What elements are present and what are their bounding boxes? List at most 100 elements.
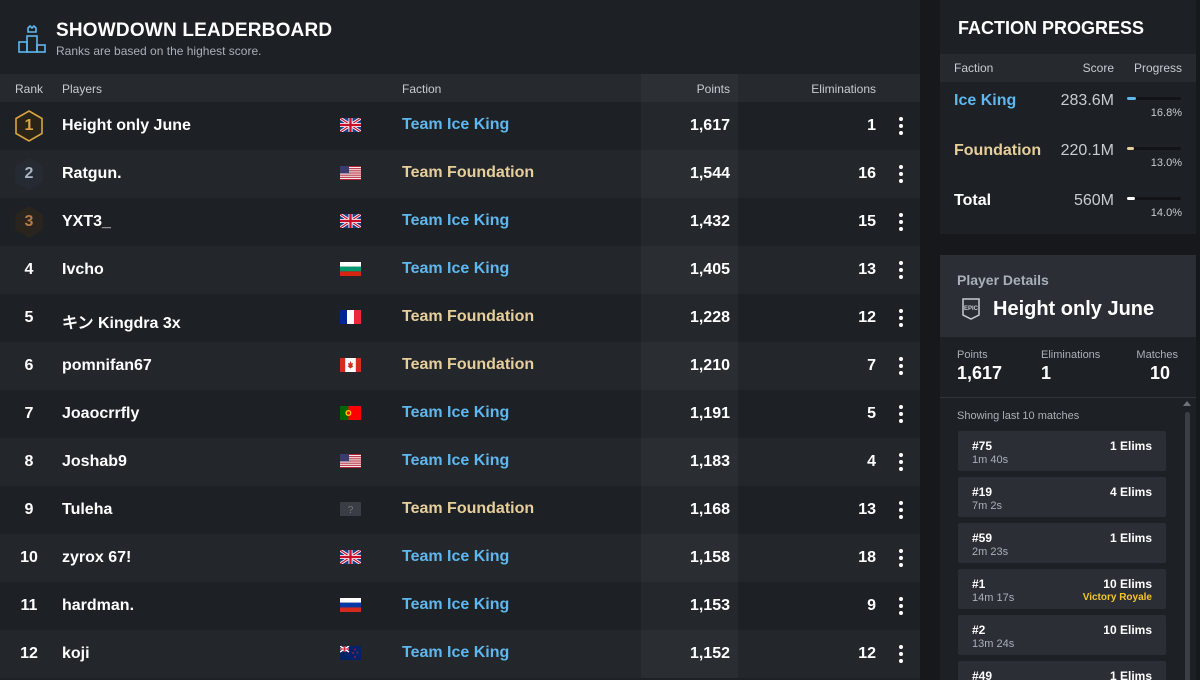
faction-score: 560M [1073, 192, 1114, 209]
more-options-icon[interactable] [895, 548, 907, 568]
leaderboard-row[interactable]: 12 koji Team Ice King 1,152 12 [0, 630, 920, 678]
stat-matches-label: Matches [1136, 349, 1178, 361]
leaderboard-row[interactable]: 2 Ratgun. Team Foundation 1,544 16 [0, 150, 920, 198]
match-card[interactable]: #49 1 Elims [958, 661, 1166, 680]
match-card[interactable]: #2 13m 24s 10 Elims [958, 615, 1166, 655]
more-options-icon[interactable] [895, 644, 907, 664]
faction-name: Team Ice King [402, 212, 510, 229]
leaderboard-row[interactable]: 4 Ivcho Team Ice King 1,405 13 [0, 246, 920, 294]
leaderboard-row[interactable]: 6 pomnifan67 Team Foundation 1,210 7 [0, 342, 920, 390]
victory-royale-badge: Victory Royale [1082, 592, 1152, 603]
match-card[interactable]: #75 1m 40s 1 Elims [958, 431, 1166, 471]
leaderboard-row[interactable]: 3 YXT3_ Team Ice King 1,432 15 [0, 198, 920, 246]
rank-number: 9 [24, 501, 34, 518]
more-options-icon[interactable] [895, 260, 907, 280]
ca-flag-icon [340, 358, 361, 372]
player-name[interactable]: Joshab9 [62, 453, 127, 471]
nz-flag-icon [339, 645, 361, 660]
stat-elims-value: 1 [1041, 363, 1052, 383]
leaderboard-title: SHOWDOWN LEADERBOARD [56, 20, 333, 41]
player-name[interactable]: Ivcho [62, 261, 104, 279]
player-name[interactable]: YXT3_ [62, 213, 111, 231]
uk-flag-icon [339, 116, 362, 134]
player-name[interactable]: hardman. [62, 597, 134, 615]
match-duration: 14m 17s [972, 592, 1015, 604]
leaderboard-row[interactable]: 7 Joaocrrfly Team Ice King 1,191 5 [0, 390, 920, 438]
bg-flag-icon [340, 262, 361, 276]
leaderboard-subtitle: Ranks are based on the highest score. [56, 44, 262, 58]
faction-name: Team Ice King [402, 548, 510, 565]
faction-name: Team Foundation [402, 356, 535, 373]
player-name[interactable]: Ratgun. [62, 165, 122, 183]
progress-bar [1127, 97, 1181, 100]
more-options-icon[interactable] [895, 212, 907, 232]
leaderboard-row[interactable]: 10 zyrox 67! Team Ice King 1,158 18 [0, 534, 920, 582]
svg-text:?: ? [348, 505, 354, 516]
stat-points-label: Points [957, 349, 988, 361]
progress-percent: 16.8% [1150, 107, 1182, 119]
podium-icon [18, 24, 46, 53]
player-details-panel: Player Details EPIC Height only June Poi… [940, 255, 1196, 680]
points-value: 1,405 [689, 261, 730, 278]
leaderboard-row[interactable]: 5 キン Kingdra 3x Team Foundation 1,228 12 [0, 294, 920, 342]
more-options-icon[interactable] [895, 404, 907, 424]
rank-badge-icon: 3 [12, 205, 46, 239]
player-name[interactable]: Joaocrrfly [62, 405, 139, 423]
stat-matches-value: 10 [1149, 363, 1170, 383]
points-value: 1,183 [689, 453, 730, 470]
col-players: Players [62, 82, 103, 96]
more-options-icon[interactable] [895, 116, 907, 136]
stat-elims-label: Eliminations [1041, 349, 1101, 361]
faction-name: Total [954, 192, 992, 209]
progress-bar [1127, 147, 1181, 150]
faction-name: Team Ice King [402, 116, 510, 133]
epic-games-icon: EPIC [962, 298, 980, 320]
match-elims: 1 Elims [1109, 531, 1152, 545]
rank-number: 12 [20, 645, 38, 662]
unknown-flag-icon: ? [340, 502, 361, 516]
faction-name: Team Foundation [402, 500, 535, 517]
svg-text:EPIC: EPIC [964, 306, 979, 312]
col-eliminations[interactable]: Eliminations [780, 82, 876, 96]
points-value: 1,544 [689, 165, 730, 182]
more-options-icon[interactable] [895, 164, 907, 184]
leaderboard-row[interactable]: 8 Joshab9 Team Ice King 1,183 4 [0, 438, 920, 486]
faction-name: Team Ice King [402, 644, 510, 661]
more-options-icon[interactable] [895, 356, 907, 376]
player-name[interactable]: koji [62, 645, 90, 663]
uk-flag-icon [339, 212, 362, 230]
faction-name: Team Ice King [402, 404, 510, 421]
faction-row: Ice King 283.6M 16.8% [940, 82, 1196, 132]
player-name[interactable]: キン Kingdra 3x [62, 309, 181, 333]
points-value: 1,191 [689, 405, 730, 422]
eliminations-value: 15 [858, 213, 876, 230]
faction-row: Foundation 220.1M 13.0% [940, 132, 1196, 182]
player-name[interactable]: Height only June [62, 117, 191, 135]
leaderboard-header: SHOWDOWN LEADERBOARD Ranks are based on … [0, 0, 920, 74]
col-points[interactable]: Points [641, 82, 730, 96]
scroll-up-arrow[interactable] [1183, 401, 1191, 406]
match-card[interactable]: #59 2m 23s 1 Elims [958, 523, 1166, 563]
player-name[interactable]: Tuleha [62, 501, 112, 519]
leaderboard-row[interactable]: 11 hardman. Team Ice King 1,153 9 [0, 582, 920, 630]
fr-flag-icon [340, 310, 361, 324]
match-duration: 7m 2s [972, 500, 1002, 512]
match-id: #1 [972, 577, 986, 591]
player-name[interactable]: zyrox 67! [62, 549, 131, 567]
more-options-icon[interactable] [895, 308, 907, 328]
match-card[interactable]: #1 14m 17s 10 Elims Victory Royale [958, 569, 1166, 609]
leaderboard-row[interactable]: 1 Height only June Team Ice King 1,617 1 [0, 102, 920, 150]
match-card[interactable]: #19 7m 2s 4 Elims [958, 477, 1166, 517]
more-options-icon[interactable] [895, 500, 907, 520]
rank-number: 10 [20, 549, 38, 566]
progress-bar [1127, 197, 1181, 200]
player-name[interactable]: pomnifan67 [62, 357, 152, 375]
more-options-icon[interactable] [895, 596, 907, 616]
rank-badge-icon: 1 [12, 109, 46, 143]
leaderboard-row[interactable]: 9 Tuleha? Team Foundation 1,168 13 [0, 486, 920, 534]
scrollbar-thumb[interactable] [1185, 412, 1190, 680]
eliminations-value: 18 [858, 549, 876, 566]
col-rank: Rank [15, 82, 44, 96]
more-options-icon[interactable] [895, 452, 907, 472]
points-value: 1,228 [689, 309, 730, 326]
